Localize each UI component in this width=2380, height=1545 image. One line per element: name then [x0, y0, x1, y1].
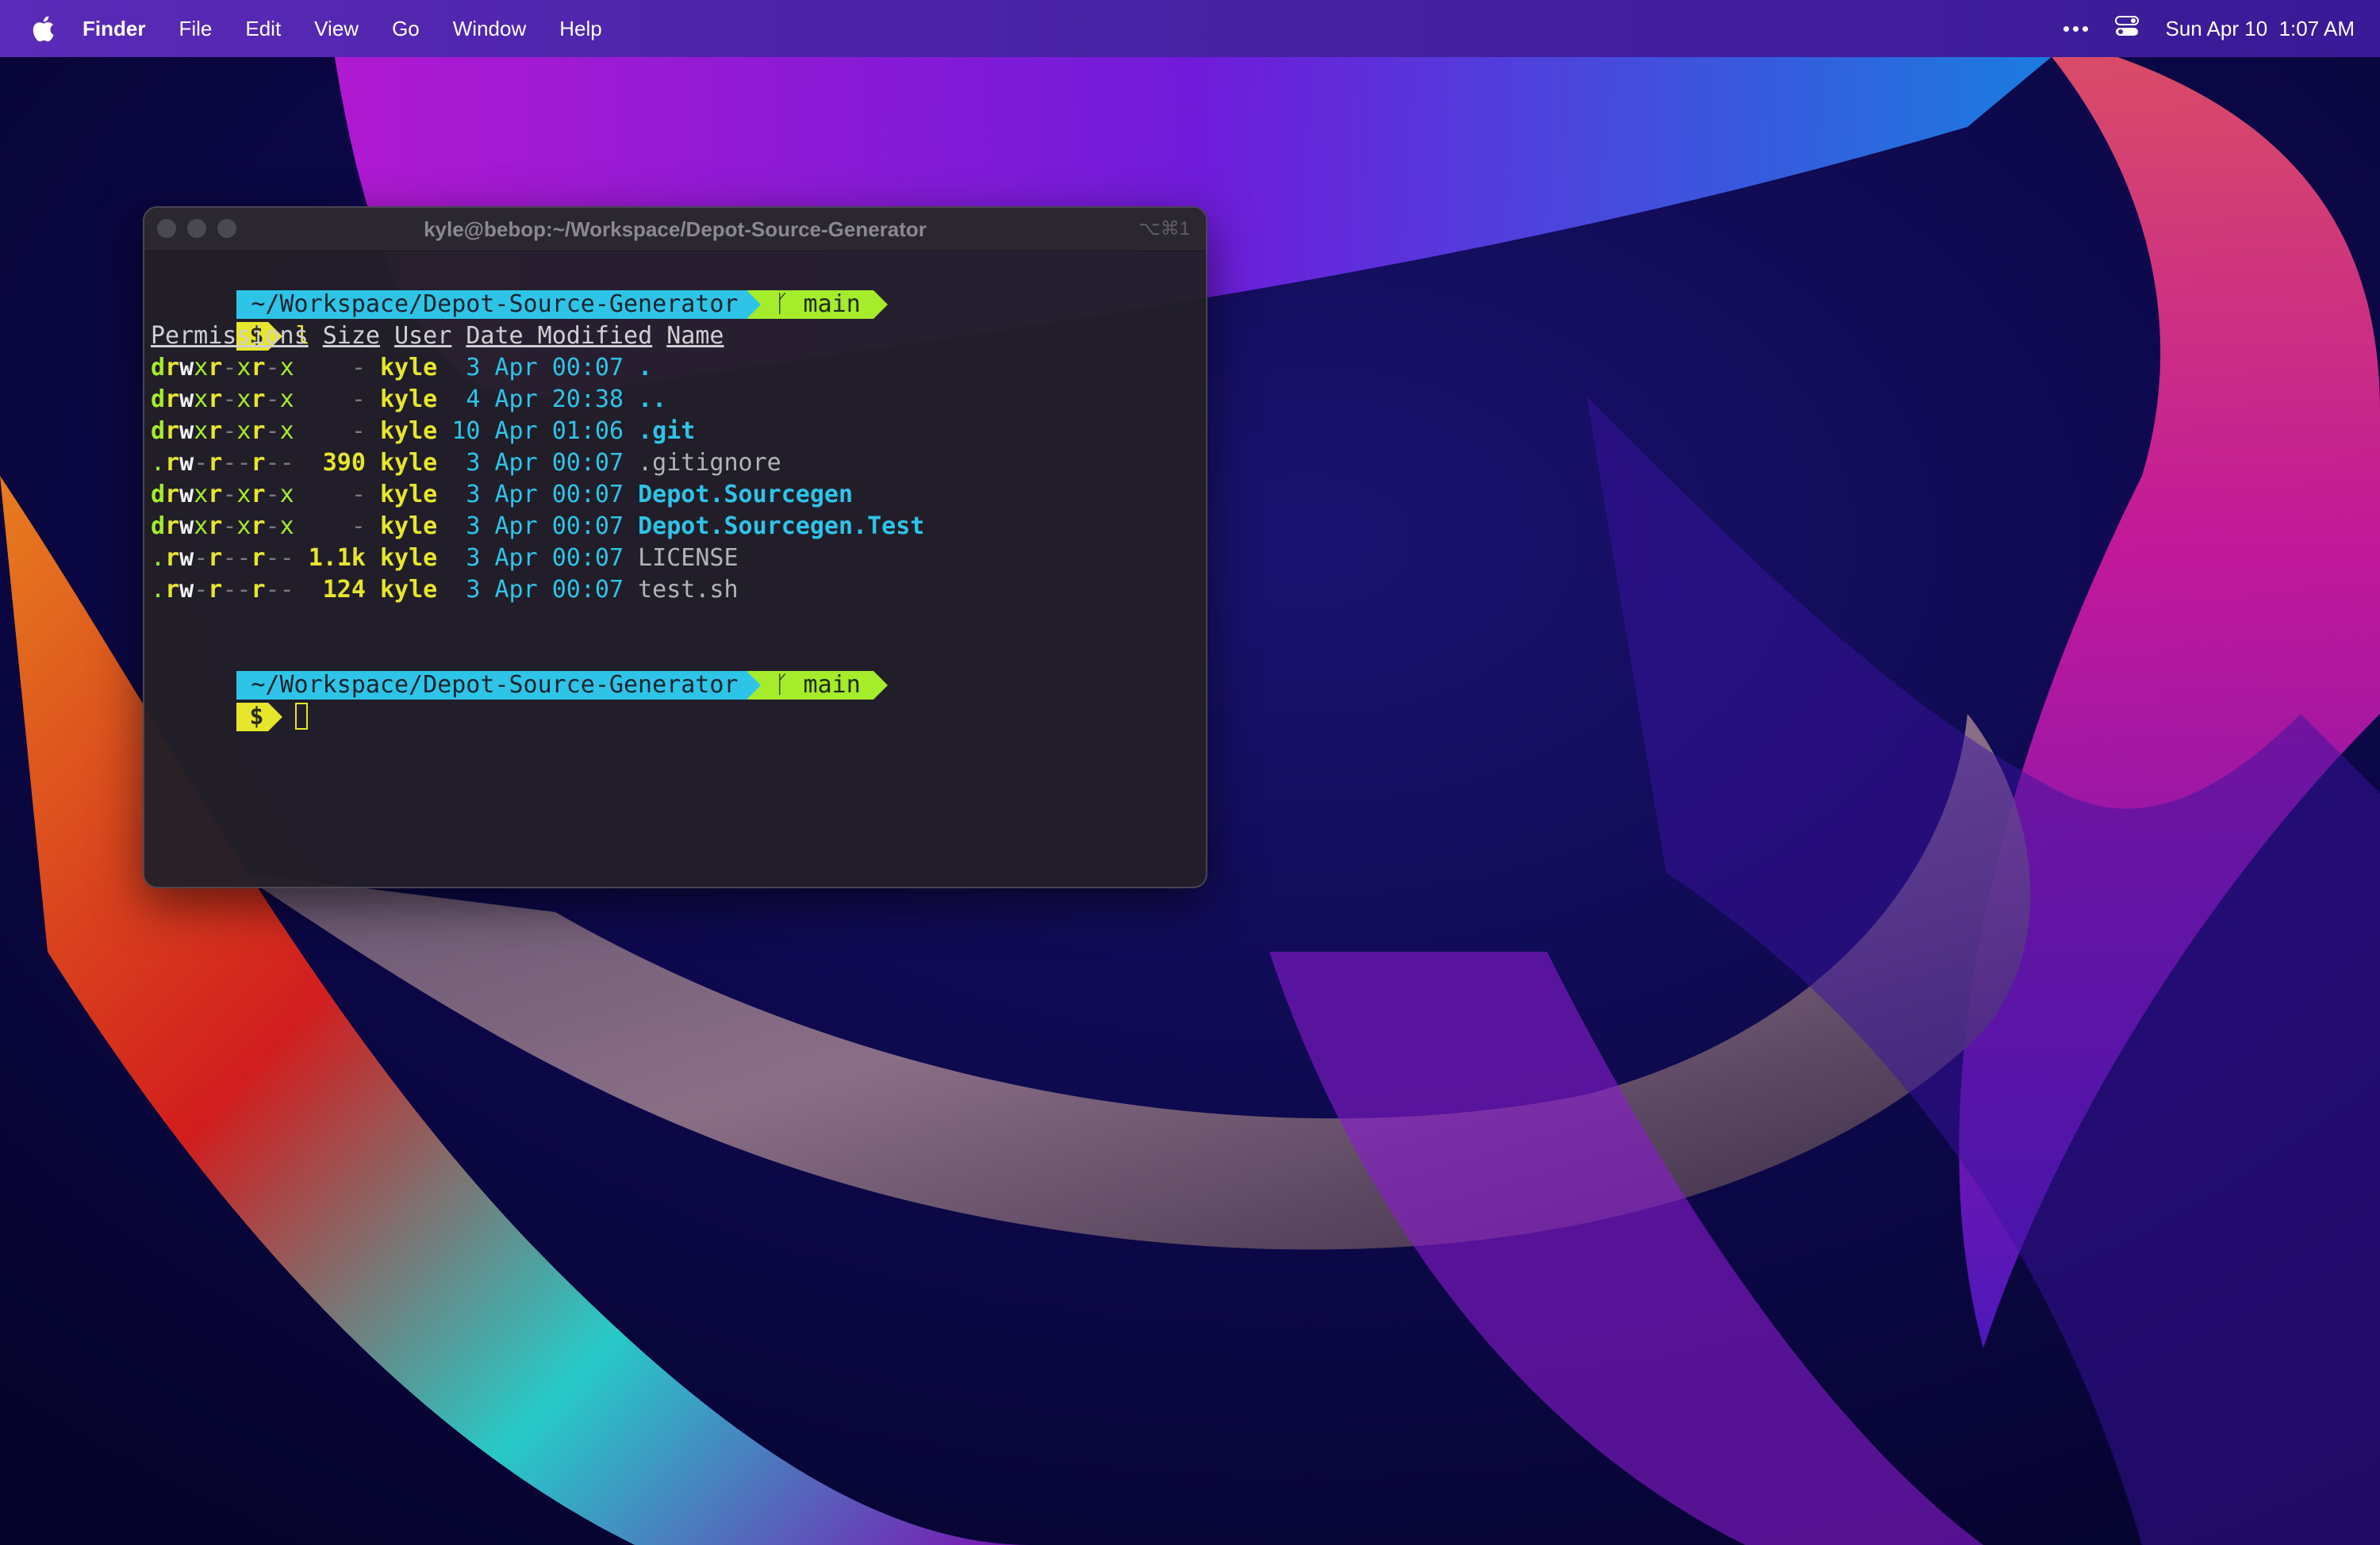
row-size: -: [308, 385, 366, 413]
prompt-line: ~/Workspace/Depot-Source-Generator ᚴ main: [151, 257, 1206, 319]
row-user: kyle: [380, 481, 438, 508]
row-user: kyle: [380, 449, 438, 477]
row-permissions: drwxr-xr-x: [151, 417, 294, 445]
listing-header: Permissions Size User Date Modified Name: [151, 320, 1206, 352]
menu-clock[interactable]: Sun Apr 10 1:07 AM: [2166, 17, 2355, 41]
apple-icon[interactable]: [27, 11, 59, 46]
header-size: Size: [322, 322, 380, 350]
row-size: -: [308, 512, 366, 540]
row-date: 3 Apr 00:07: [451, 576, 624, 604]
row-date: 4 Apr 20:38: [451, 385, 624, 413]
row-user: kyle: [380, 544, 438, 572]
row-user: kyle: [380, 354, 438, 381]
row-date: 3 Apr 00:07: [451, 449, 624, 477]
listing-row: drwxr-xr-x - kyle 3 Apr 00:07 Depot.Sour…: [151, 479, 1206, 511]
row-name[interactable]: Depot.Sourcegen.Test: [638, 512, 924, 540]
command-line: $ l: [151, 289, 1206, 351]
menu-go[interactable]: Go: [392, 17, 420, 41]
row-size: -: [308, 417, 366, 445]
window-shortcut: ⌥⌘1: [1138, 218, 1190, 240]
row-date: 3 Apr 00:07: [451, 354, 624, 381]
row-name[interactable]: .: [638, 354, 652, 381]
row-date: 3 Apr 00:07: [451, 544, 624, 572]
row-name[interactable]: .gitignore: [638, 449, 781, 477]
menu-edit[interactable]: Edit: [245, 17, 281, 41]
listing-row: drwxr-xr-x - kyle 10 Apr 01:06 .git: [151, 416, 1206, 447]
listing-row: drwxr-xr-x - kyle 3 Apr 00:07 .: [151, 352, 1206, 384]
listing-row: .rw-r--r-- 124 kyle 3 Apr 00:07 test.sh: [151, 574, 1206, 606]
row-permissions: drwxr-xr-x: [151, 512, 294, 540]
row-size: 124: [308, 576, 366, 604]
listing-row: .rw-r--r-- 1.1k kyle 3 Apr 00:07 LICENSE: [151, 542, 1206, 574]
listing-rows: drwxr-xr-x - kyle 3 Apr 00:07 . drwxr-xr-…: [151, 352, 1206, 606]
header-user: User: [394, 322, 452, 350]
command-line: $: [151, 669, 1206, 731]
row-permissions: drwxr-xr-x: [151, 354, 294, 381]
row-name[interactable]: LICENSE: [638, 544, 738, 572]
row-size: 390: [308, 449, 366, 477]
menu-view[interactable]: View: [314, 17, 359, 41]
control-center-icon[interactable]: [2114, 15, 2139, 42]
row-permissions: .rw-r--r--: [151, 544, 294, 572]
listing-row: drwxr-xr-x - kyle 3 Apr 00:07 Depot.Sour…: [151, 511, 1206, 542]
listing-row: drwxr-xr-x - kyle 4 Apr 20:38 ..: [151, 384, 1206, 416]
row-date: 3 Apr 00:07: [451, 512, 624, 540]
row-user: kyle: [380, 512, 438, 540]
header-name: Name: [666, 322, 724, 350]
header-date: Date Modified: [466, 322, 653, 350]
menu-app-name[interactable]: Finder: [83, 17, 145, 41]
terminal-content[interactable]: ~/Workspace/Depot-Source-Generator ᚴ main…: [151, 257, 1206, 887]
terminal-titlebar[interactable]: kyle@bebop:~/Workspace/Depot-Source-Gene…: [144, 208, 1206, 251]
row-size: -: [308, 354, 366, 381]
menu-help[interactable]: Help: [559, 17, 601, 41]
menu-bar: Finder File Edit View Go Window Help Sun…: [0, 0, 2380, 57]
prompt-line: ~/Workspace/Depot-Source-Generator ᚴ main: [151, 638, 1206, 700]
row-date: 3 Apr 00:07: [451, 481, 624, 508]
row-date: 10 Apr 01:06: [451, 417, 624, 445]
row-permissions: drwxr-xr-x: [151, 481, 294, 508]
listing-row: .rw-r--r-- 390 kyle 3 Apr 00:07 .gitigno…: [151, 447, 1206, 479]
terminal-title: kyle@bebop:~/Workspace/Depot-Source-Gene…: [424, 217, 927, 241]
row-permissions: .rw-r--r--: [151, 449, 294, 477]
terminal-window[interactable]: kyle@bebop:~/Workspace/Depot-Source-Gene…: [143, 206, 1207, 888]
row-permissions: .rw-r--r--: [151, 576, 294, 604]
menu-file[interactable]: File: [178, 17, 212, 41]
row-name[interactable]: test.sh: [638, 576, 738, 604]
menu-window[interactable]: Window: [453, 17, 526, 41]
row-name[interactable]: Depot.Sourcegen: [638, 481, 853, 508]
row-size: -: [308, 481, 366, 508]
row-user: kyle: [380, 576, 438, 604]
row-permissions: drwxr-xr-x: [151, 385, 294, 413]
row-name[interactable]: .git: [638, 417, 695, 445]
menu-status-area: Sun Apr 10 1:07 AM: [2036, 0, 2355, 57]
ellipsis-icon[interactable]: [2063, 25, 2088, 32]
prompt-symbol: $: [236, 703, 269, 731]
header-permissions: Permissions: [151, 322, 309, 350]
row-user: kyle: [380, 417, 438, 445]
row-size: 1.1k: [308, 544, 366, 572]
row-name[interactable]: ..: [638, 385, 666, 413]
text-cursor: [295, 703, 309, 730]
row-user: kyle: [380, 385, 438, 413]
